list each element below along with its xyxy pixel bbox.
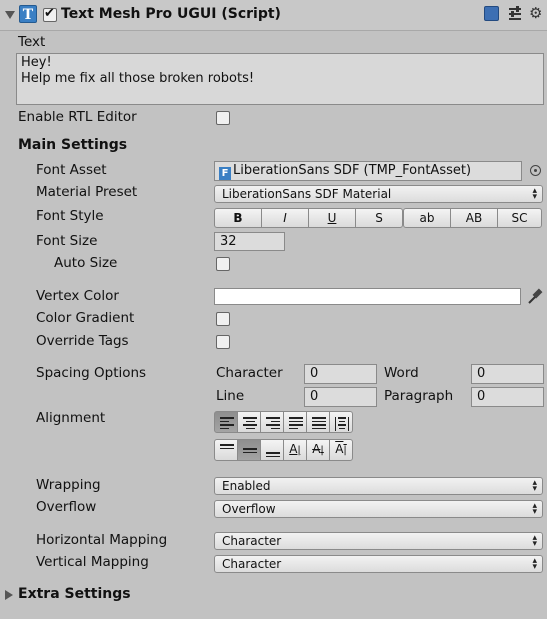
align-flush-icon[interactable]: [306, 411, 330, 433]
align-left-icon[interactable]: [214, 411, 238, 433]
character-spacing-label: Character: [216, 365, 283, 381]
font-style-uppercase-button[interactable]: AB: [450, 208, 498, 228]
dropdown-arrow-icon: ▴ ▾: [532, 186, 537, 202]
text-label: Text: [18, 34, 46, 50]
paragraph-spacing-input[interactable]: 0: [471, 387, 544, 407]
font-style-label: Font Style: [36, 208, 104, 224]
dropdown-arrow-icon: ▴ ▾: [532, 533, 537, 549]
font-style-italic-button[interactable]: I: [261, 208, 309, 228]
line-spacing-input[interactable]: 0: [304, 387, 377, 407]
font-style-bold-button[interactable]: B: [214, 208, 262, 228]
font-style-group-1: B I U S: [214, 208, 403, 228]
align-bottom-icon[interactable]: [260, 439, 284, 461]
override-tags-label: Override Tags: [36, 333, 129, 349]
overflow-value: Overflow: [222, 502, 276, 516]
align-capline-icon[interactable]: A|: [329, 439, 353, 461]
character-spacing-input[interactable]: 0: [304, 364, 377, 384]
preset-sliders-icon[interactable]: [508, 6, 522, 21]
vertex-color-swatch[interactable]: [214, 288, 521, 305]
dropdown-arrow-icon: ▴ ▾: [532, 501, 537, 517]
override-tags-checkbox[interactable]: [216, 335, 230, 349]
horizontal-mapping-label: Horizontal Mapping: [36, 532, 168, 548]
wrapping-label: Wrapping: [36, 477, 101, 493]
horizontal-mapping-value: Character: [222, 534, 282, 548]
font-asset-value: LiberationSans SDF (TMP_FontAsset): [233, 163, 472, 178]
text-line-2: Help me fix all those broken robots!: [21, 71, 255, 86]
help-book-icon[interactable]: [484, 6, 499, 21]
extra-settings-heading[interactable]: Extra Settings: [18, 586, 131, 602]
dropdown-arrow-icon: ▴ ▾: [532, 556, 537, 572]
align-right-icon[interactable]: [260, 411, 284, 433]
align-geometry-center-icon[interactable]: [329, 411, 353, 433]
spacing-options-label: Spacing Options: [36, 365, 147, 381]
word-spacing-label: Word: [384, 365, 419, 381]
word-spacing-input[interactable]: 0: [471, 364, 544, 384]
horizontal-alignment-group: [214, 411, 353, 433]
font-asset-icon: F: [219, 167, 231, 180]
align-midline-icon[interactable]: A|: [306, 439, 330, 461]
align-center-icon[interactable]: [237, 411, 261, 433]
component-foldout-arrow[interactable]: [5, 11, 15, 19]
color-gradient-checkbox[interactable]: [216, 312, 230, 326]
material-preset-dropdown[interactable]: LiberationSans SDF Material ▴ ▾: [214, 185, 543, 203]
material-preset-value: LiberationSans SDF Material: [222, 187, 392, 201]
alignment-label: Alignment: [36, 410, 106, 426]
overflow-dropdown[interactable]: Overflow ▴ ▾: [214, 500, 543, 518]
align-justified-icon[interactable]: [283, 411, 307, 433]
main-settings-heading: Main Settings: [18, 137, 128, 153]
rtl-checkbox[interactable]: [216, 111, 230, 125]
color-gradient-label: Color Gradient: [36, 310, 135, 326]
component-title: Text Mesh Pro UGUI (Script): [61, 6, 281, 22]
text-input-area[interactable]: Hey! Help me fix all those broken robots…: [16, 53, 544, 105]
object-picker-icon[interactable]: [530, 165, 541, 176]
vertical-mapping-dropdown[interactable]: Character ▴ ▾: [214, 555, 543, 573]
align-baseline-icon[interactable]: A|: [283, 439, 307, 461]
auto-size-label: Auto Size: [54, 255, 118, 271]
font-style-lowercase-button[interactable]: ab: [403, 208, 451, 228]
font-style-group-2: ab AB SC: [403, 208, 542, 228]
material-preset-label: Material Preset: [36, 184, 138, 200]
font-asset-label: Font Asset: [36, 162, 107, 178]
font-style-underline-button[interactable]: U: [308, 208, 356, 228]
eyedropper-icon[interactable]: [527, 287, 543, 309]
font-size-input[interactable]: 32: [214, 232, 285, 251]
extra-settings-foldout-arrow[interactable]: [5, 590, 13, 600]
textmeshpro-t-icon: T: [19, 5, 37, 23]
vertical-alignment-group: A| A| A|: [214, 439, 353, 461]
vertex-color-label: Vertex Color: [36, 288, 119, 304]
dropdown-arrow-icon: ▴ ▾: [532, 478, 537, 494]
vertical-mapping-value: Character: [222, 557, 282, 571]
overflow-label: Overflow: [36, 499, 97, 515]
font-style-smallcaps-button[interactable]: SC: [497, 208, 542, 228]
line-spacing-label: Line: [216, 388, 245, 404]
horizontal-mapping-dropdown[interactable]: Character ▴ ▾: [214, 532, 543, 550]
component-enabled-checkbox[interactable]: [43, 6, 57, 22]
vertical-mapping-label: Vertical Mapping: [36, 554, 149, 570]
rtl-label: Enable RTL Editor: [18, 109, 137, 125]
align-middle-icon[interactable]: [237, 439, 261, 461]
font-asset-field[interactable]: F LiberationSans SDF (TMP_FontAsset): [214, 161, 522, 181]
align-top-icon[interactable]: [214, 439, 238, 461]
auto-size-checkbox[interactable]: [216, 257, 230, 271]
text-line-1: Hey!: [21, 55, 52, 70]
font-size-label: Font Size: [36, 233, 98, 249]
paragraph-spacing-label: Paragraph: [384, 388, 454, 404]
gear-menu-icon[interactable]: ⚙: [529, 4, 542, 22]
font-style-strikethrough-button[interactable]: S: [355, 208, 403, 228]
wrapping-dropdown[interactable]: Enabled ▴ ▾: [214, 477, 543, 495]
wrapping-value: Enabled: [222, 479, 271, 493]
